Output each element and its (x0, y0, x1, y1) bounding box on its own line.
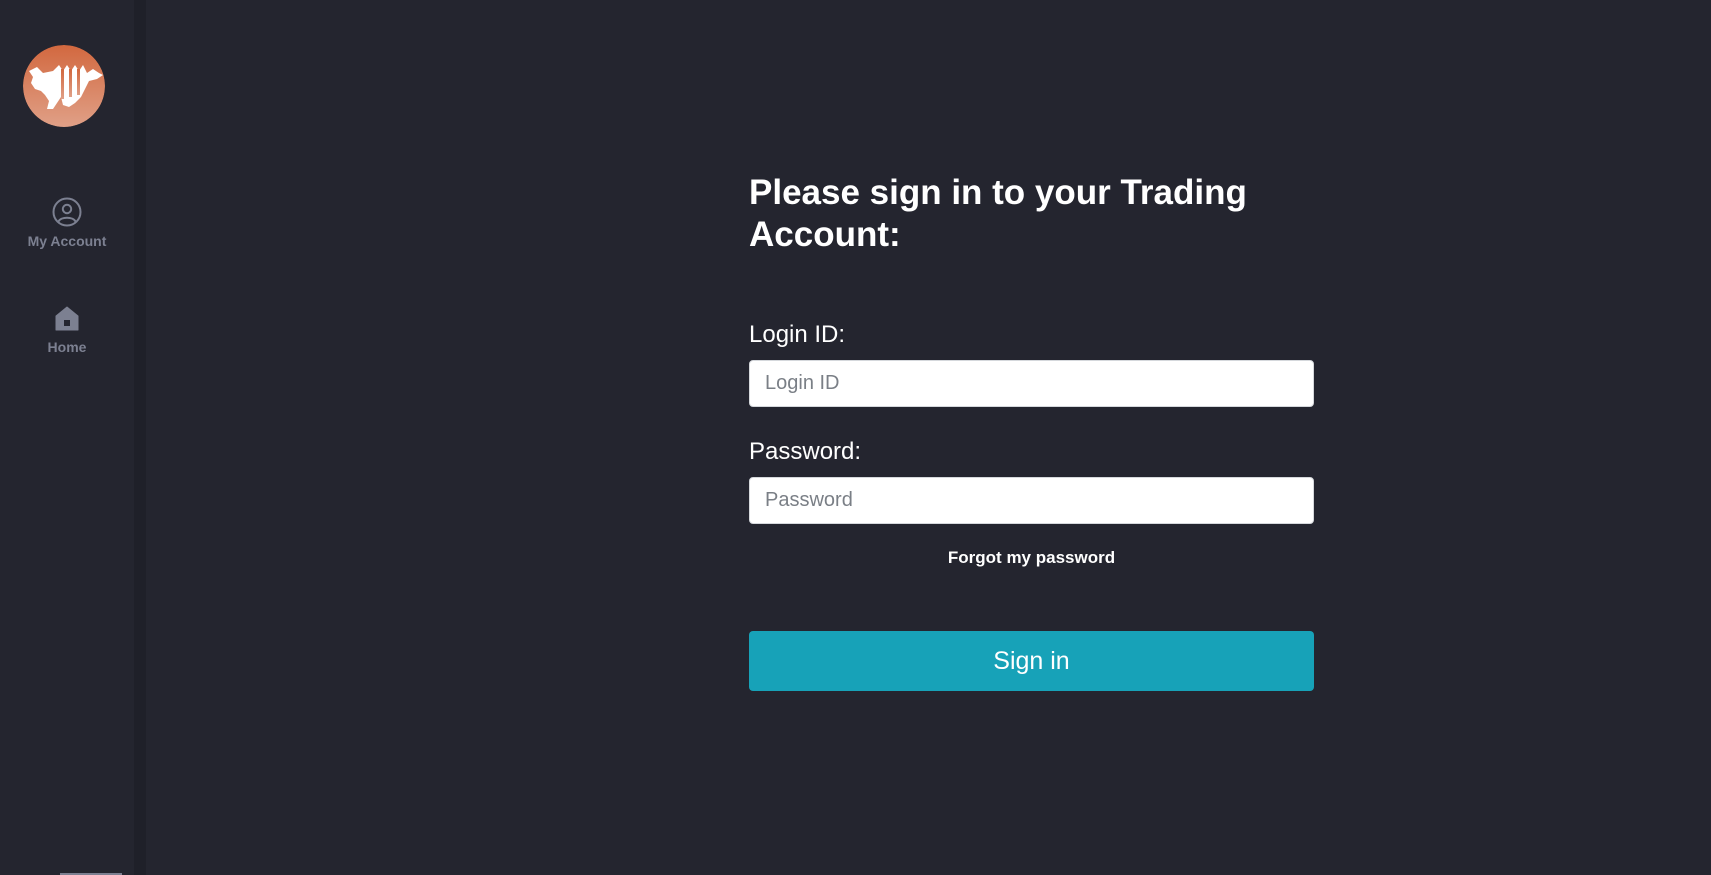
login-id-input[interactable] (749, 360, 1314, 407)
user-circle-icon (52, 197, 82, 227)
page-title: Please sign in to your Trading Account: (749, 173, 1247, 254)
forgot-password-link[interactable]: Forgot my password (749, 548, 1314, 568)
login-form: Please sign in to your Trading Account: … (749, 172, 1314, 691)
bull-logo-icon[interactable] (23, 45, 105, 127)
sidebar-divider (134, 0, 146, 875)
sidebar-item-home[interactable]: Home (0, 303, 134, 355)
sign-in-button[interactable]: Sign in (749, 631, 1314, 691)
sidebar-item-my-account[interactable]: My Account (0, 197, 134, 249)
home-icon (55, 306, 79, 331)
password-label: Password: (749, 438, 862, 465)
sidebar: My Account Home (0, 0, 134, 875)
password-input[interactable] (749, 477, 1314, 524)
sidebar-item-label: My Account (27, 233, 107, 249)
login-id-label: Login ID: (749, 321, 846, 348)
sidebar-item-label: Home (47, 339, 87, 355)
